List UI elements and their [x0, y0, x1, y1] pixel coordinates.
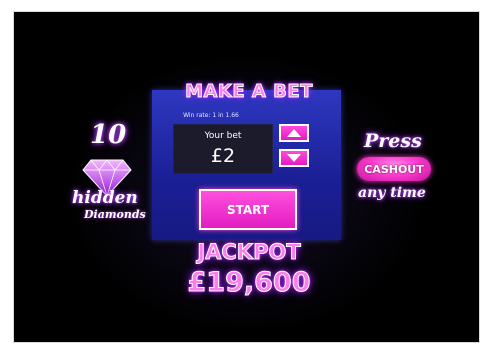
hidden-count: 10: [90, 120, 127, 150]
any-time-word: any time: [358, 185, 426, 201]
hidden-word: hidden: [72, 188, 138, 208]
jackpot-label: JACKPOT: [197, 240, 301, 265]
press-cashout-badge: Press CASHOUT any time: [354, 130, 454, 220]
hidden-diamonds-badge: 10 hidden Diamonds: [64, 120, 159, 224]
bet-panel: Win rate: 1 in 1.66 Your bet £2 START: [152, 90, 341, 240]
start-button[interactable]: START: [199, 189, 297, 230]
game-screen: 10 hidden Diamonds Press CASHOUT any tim…: [14, 12, 479, 342]
diamonds-word: Diamonds: [84, 208, 146, 221]
game-frame: 10 hidden Diamonds Press CASHOUT any tim…: [14, 12, 479, 342]
win-rate-text: Win rate: 1 in 1.66: [183, 112, 239, 119]
arrow-down-icon: [287, 154, 301, 162]
increase-bet-button[interactable]: [279, 124, 309, 142]
make-a-bet-title: MAKE A BET: [185, 81, 313, 103]
jackpot-value: £19,600: [187, 267, 311, 299]
bet-value: £2: [210, 145, 236, 167]
bet-label: Your bet: [204, 131, 242, 141]
cashout-button[interactable]: CASHOUT: [357, 157, 431, 181]
decrease-bet-button[interactable]: [279, 149, 309, 167]
arrow-up-icon: [287, 129, 301, 137]
bet-display: Your bet £2: [173, 124, 273, 174]
press-word: Press: [364, 130, 422, 152]
